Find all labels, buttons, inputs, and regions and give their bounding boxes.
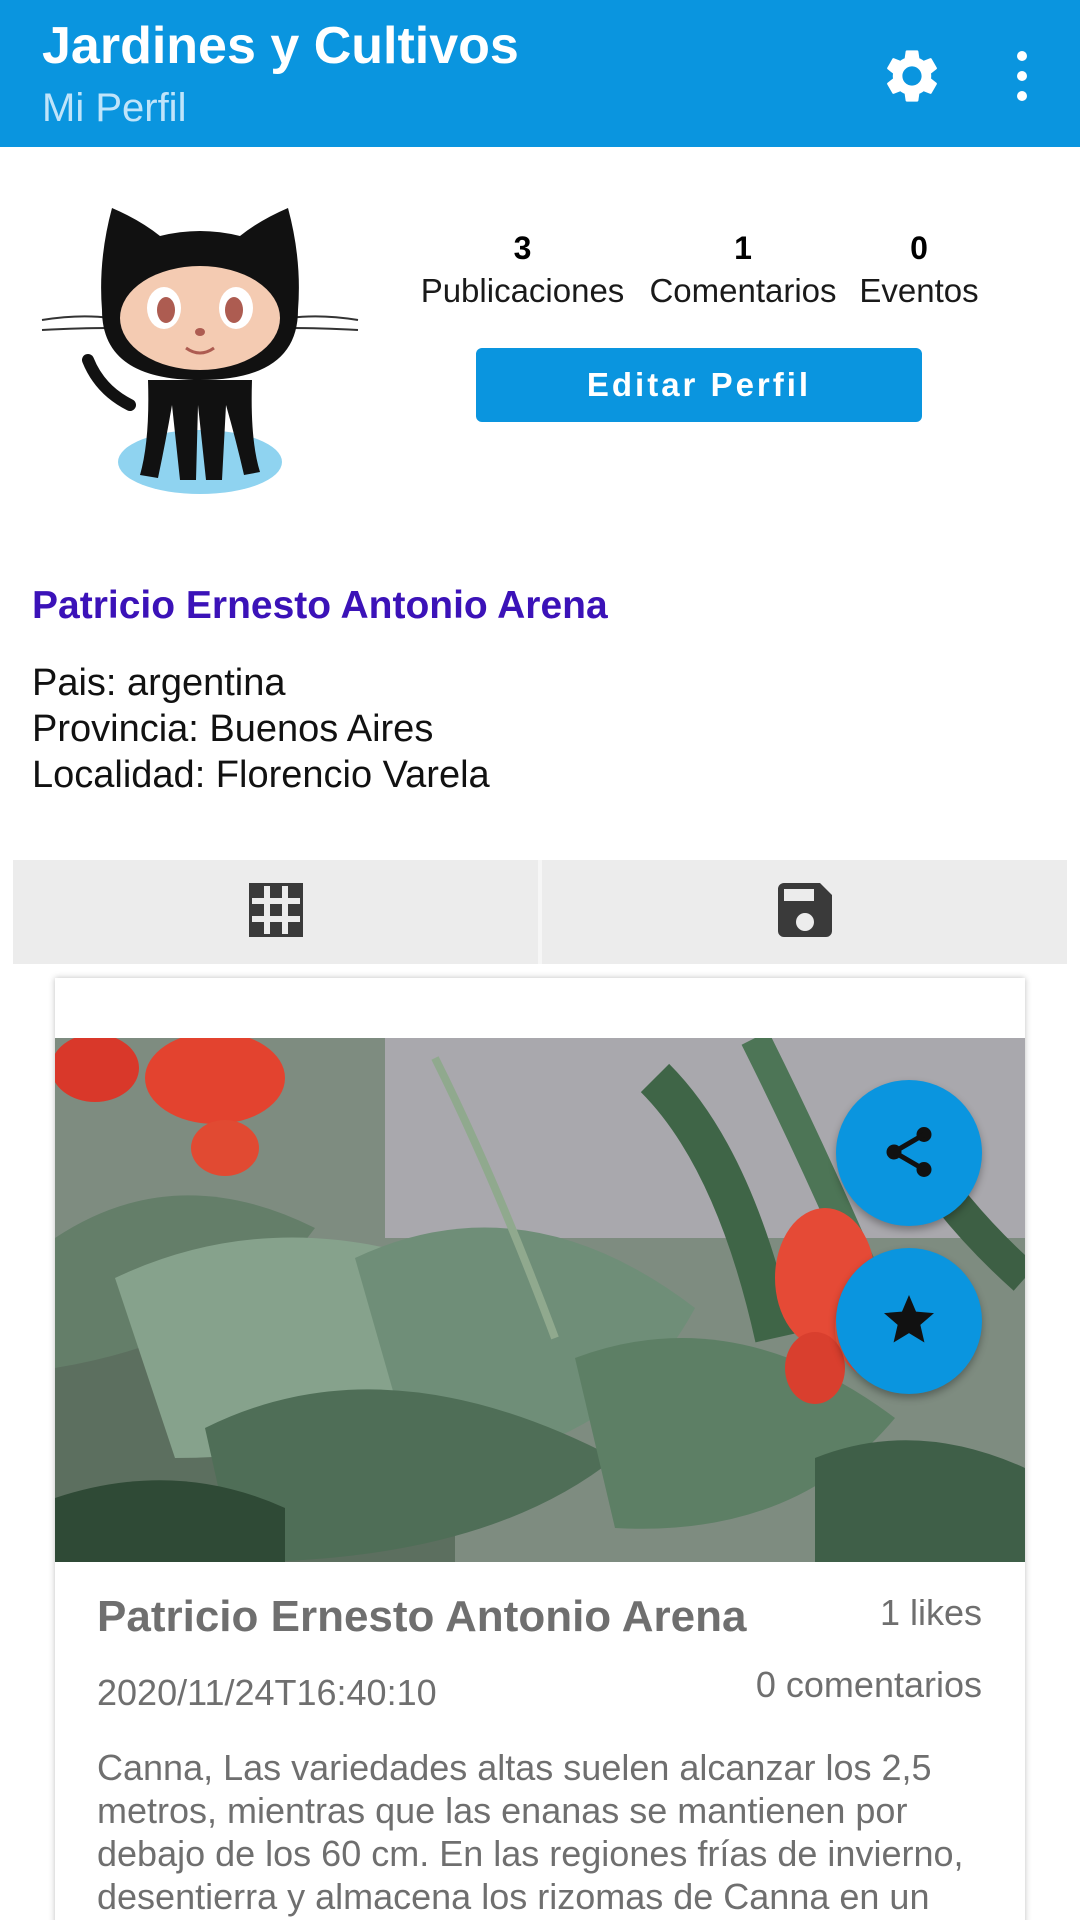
avatar — [40, 190, 360, 510]
app-bar: Jardines y Cultivos Mi Perfil — [0, 0, 1080, 147]
save-icon — [769, 874, 841, 951]
stat-value: 0 — [910, 230, 928, 266]
app-title: Jardines y Cultivos — [42, 17, 519, 75]
post-date: 2020/11/24T16:40:10 — [97, 1672, 437, 1713]
tab-saved[interactable] — [538, 860, 1067, 964]
tab-grid[interactable] — [13, 860, 538, 964]
star-icon — [879, 1290, 939, 1353]
stat-label: Publicaciones — [420, 272, 625, 309]
share-button[interactable] — [836, 1080, 982, 1226]
stat-publicaciones[interactable]: 3 Publicaciones — [415, 228, 630, 314]
post-author: Patricio Ernesto Antonio Arena — [97, 1592, 747, 1641]
stat-value: 1 — [734, 230, 752, 266]
post-comments[interactable]: 0 comentarios — [756, 1664, 982, 1706]
stat-label: Comentarios — [649, 272, 837, 309]
profile-province: Provincia: Buenos Aires — [32, 708, 434, 750]
post-text: Canna, Las variedades altas suelen alcan… — [97, 1747, 964, 1917]
stat-label: Eventos — [859, 272, 979, 309]
app-subtitle: Mi Perfil — [42, 86, 187, 130]
post-likes[interactable]: 1 likes — [880, 1592, 982, 1634]
profile-tabs — [13, 860, 1067, 964]
edit-profile-button[interactable]: Editar Perfil — [476, 348, 922, 422]
stat-eventos[interactable]: 0 Eventos — [856, 228, 982, 314]
stat-comentarios[interactable]: 1 Comentarios — [643, 228, 843, 314]
grid-icon — [240, 874, 312, 951]
profile-locality: Localidad: Florencio Varela — [32, 754, 490, 796]
stat-value: 3 — [513, 230, 532, 266]
profile-country: Pais: argentina — [32, 662, 286, 704]
profile-name: Patricio Ernesto Antonio Arena — [32, 584, 608, 627]
more-vert-icon[interactable] — [1002, 44, 1042, 108]
share-icon — [879, 1122, 939, 1185]
gear-icon[interactable] — [880, 44, 944, 108]
favorite-button[interactable] — [836, 1248, 982, 1394]
